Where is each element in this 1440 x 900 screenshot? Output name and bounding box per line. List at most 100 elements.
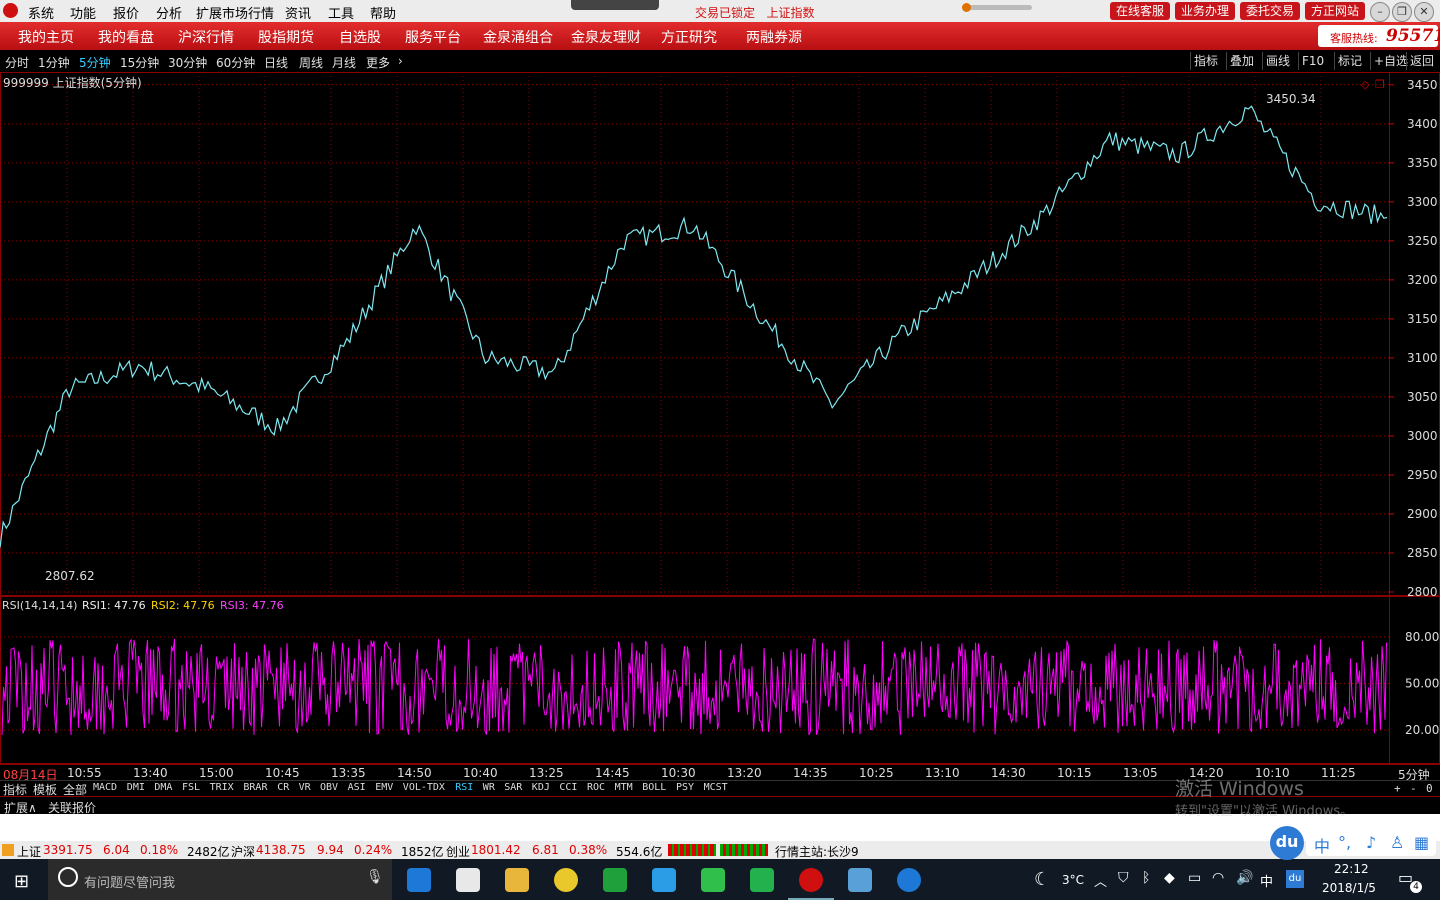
nav-home[interactable]: 我的主页 (18, 27, 74, 47)
indicator-tab-mtm[interactable]: MTM (615, 782, 633, 793)
indicator-tab-vr[interactable]: VR (299, 782, 311, 793)
bluetooth-icon[interactable]: ᛒ (1142, 870, 1150, 886)
ime-voice-icon[interactable]: ♪ (1366, 833, 1376, 852)
app-yellow-icon[interactable] (554, 868, 578, 892)
indicator-tab-vol-tdx[interactable]: VOL-TDX (403, 782, 445, 793)
nav-portfolio[interactable]: 金泉涌组合 (483, 27, 553, 47)
toolbar-f10[interactable]: F10 (1298, 52, 1327, 70)
chevron-right-icon[interactable]: › (398, 54, 403, 68)
minimize-icon[interactable]: – (1370, 2, 1390, 22)
sh-name[interactable]: 上证 (17, 843, 41, 860)
toolbar-indicator[interactable]: 指标 (1190, 52, 1221, 70)
ime-punct-icon[interactable]: °, (1338, 833, 1351, 852)
tray-expand-icon[interactable]: ︿ (1094, 871, 1107, 890)
menu-function[interactable]: 功能 (70, 3, 96, 22)
indicator-tab-sar[interactable]: SAR (504, 782, 522, 793)
indicator-tab-mcst[interactable]: MCST (704, 782, 728, 793)
close-icon[interactable]: ✕ (1414, 2, 1434, 22)
video-player-icon[interactable] (652, 868, 676, 892)
shield-icon[interactable]: ⛉ (1118, 870, 1129, 886)
toolbar-add-watch[interactable]: +自选 (1370, 52, 1411, 70)
menu-news[interactable]: 资讯 (285, 3, 311, 22)
website-button[interactable]: 方正网站 (1305, 2, 1365, 20)
app-s-icon[interactable] (750, 868, 774, 892)
indicator-tab-cci[interactable]: CCI (559, 782, 577, 793)
network-app-icon[interactable] (848, 868, 872, 892)
menu-extended-market[interactable]: 扩展市场行情 (196, 3, 274, 22)
period-weekly[interactable]: 周线 (299, 54, 323, 71)
edge-browser-icon[interactable] (407, 868, 431, 892)
ime-grid-icon[interactable]: ▦ (1414, 833, 1429, 852)
indicator-tab-trix[interactable]: TRIX (210, 782, 234, 793)
rsi-chart[interactable]: 80.00 50.00 20.00 RSI(14,14,14) RSI1: 47.7… (0, 596, 1440, 764)
zoom-out-button[interactable]: - (1410, 782, 1417, 795)
indicator-tab-boll[interactable]: BOLL (642, 782, 666, 793)
clock-time[interactable]: 22:12 (1334, 862, 1369, 876)
period-5min[interactable]: 5分钟 (79, 54, 111, 71)
menu-system[interactable]: 系统 (28, 3, 54, 22)
iqiyi-icon[interactable] (701, 868, 725, 892)
collapse-handle[interactable] (571, 0, 659, 10)
price-chart[interactable]: 3450 3400 3350 3300 3250 3200 3150 3100 3050 3000… (0, 72, 1440, 596)
nav-futures[interactable]: 股指期货 (258, 27, 314, 47)
indicator-tab-kdj[interactable]: KDJ (532, 782, 550, 793)
trade-button[interactable]: 委托交易 (1240, 2, 1300, 20)
ime-toolbar[interactable]: 中 °, ♪ ♙ ▦ (1306, 830, 1436, 856)
battery-icon[interactable]: ▭ (1188, 870, 1201, 886)
nav-service[interactable]: 服务平台 (405, 27, 461, 47)
clock-date[interactable]: 2018/1/5 (1322, 881, 1376, 895)
indicator-tab-fsl[interactable]: FSL (182, 782, 200, 793)
toolbar-back[interactable]: 返回 (1406, 52, 1437, 70)
period-60min[interactable]: 60分钟 (216, 54, 255, 71)
nav-my-watch[interactable]: 我的看盘 (98, 27, 154, 47)
volume-icon[interactable]: 🔊 (1236, 870, 1253, 886)
store-icon[interactable] (456, 868, 480, 892)
indicator-tab-dma[interactable]: DMA (154, 782, 172, 793)
baidu-tray-icon[interactable]: du (1286, 870, 1304, 888)
indicator-tab-obv[interactable]: OBV (320, 782, 338, 793)
indicator-tab-roc[interactable]: ROC (587, 782, 605, 793)
business-button[interactable]: 业务办理 (1175, 2, 1235, 20)
nav-watchlist[interactable]: 自选股 (339, 27, 381, 47)
online-service-button[interactable]: 在线客服 (1110, 2, 1170, 20)
cy-name[interactable]: 创业 (446, 843, 470, 860)
period-intraday[interactable]: 分时 (5, 54, 29, 71)
nav-margin[interactable]: 两融券源 (746, 27, 802, 47)
restore-icon[interactable]: ❐ (1392, 2, 1412, 22)
indicator-tab-wr[interactable]: WR (483, 782, 495, 793)
wifi-icon[interactable]: ◠ (1212, 870, 1224, 886)
windows-start-icon[interactable]: ⊞ (14, 871, 29, 892)
ime-indicator[interactable]: 中 (1260, 871, 1273, 890)
period-1min[interactable]: 1分钟 (38, 54, 70, 71)
file-explorer-icon[interactable] (505, 868, 529, 892)
reset-button[interactable]: 0 (1426, 782, 1433, 795)
period-30min[interactable]: 30分钟 (168, 54, 207, 71)
indicator-tab-emv[interactable]: EMV (375, 782, 393, 793)
toolbar-mark[interactable]: 标记 (1334, 52, 1365, 70)
ie-browser-icon[interactable] (897, 868, 921, 892)
microphone-icon[interactable]: 🎙 (366, 869, 384, 885)
indicator-tab-brar[interactable]: BRAR (243, 782, 267, 793)
period-monthly[interactable]: 月线 (332, 54, 356, 71)
ime-lang[interactable]: 中 (1314, 833, 1330, 857)
server-status[interactable]: 行情主站:长沙9 (775, 843, 859, 860)
indicator-tab-cr[interactable]: CR (277, 782, 289, 793)
menu-help[interactable]: 帮助 (370, 3, 396, 22)
indicator-tab-rsi[interactable]: RSI (455, 782, 473, 793)
nav-market[interactable]: 沪深行情 (178, 27, 234, 47)
indicator-tab-macd[interactable]: MACD (93, 782, 117, 793)
indicator-tab-psy[interactable]: PSY (676, 782, 694, 793)
toolbar-overlay[interactable]: 叠加 (1226, 52, 1257, 70)
founder-app-icon[interactable] (799, 868, 823, 892)
nav-research[interactable]: 方正研究 (661, 27, 717, 47)
panel-diamond-icon[interactable]: ◇ (1361, 78, 1370, 91)
toolbar-draw[interactable]: 画线 (1262, 52, 1293, 70)
menu-quote[interactable]: 报价 (113, 3, 139, 22)
ime-user-icon[interactable]: ♙ (1390, 833, 1404, 852)
baidu-ime-icon[interactable]: du (1270, 826, 1304, 860)
tray-diamond-icon[interactable]: ◆ (1164, 870, 1175, 886)
panel-maximize-icon[interactable]: ❐ (1375, 78, 1385, 91)
period-15min[interactable]: 15分钟 (120, 54, 159, 71)
indicator-tab-asi[interactable]: ASI (348, 782, 366, 793)
indicator-tab-dmi[interactable]: DMI (127, 782, 145, 793)
